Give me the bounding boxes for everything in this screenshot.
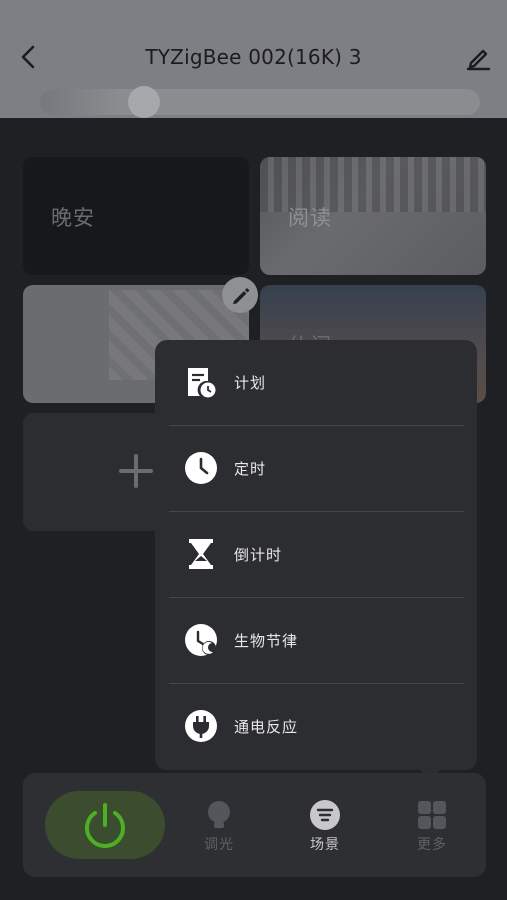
nav-tab-dimming[interactable]: 调光 [189, 799, 249, 854]
schedule-icon [188, 368, 216, 398]
nav-tab-more[interactable]: 更多 [402, 799, 462, 854]
scene-label: 晚安 [51, 206, 95, 230]
power-button[interactable] [45, 791, 165, 859]
nav-label: 场景 [310, 837, 340, 853]
brightness-slider-thumb[interactable] [128, 86, 160, 118]
menu-item-biorhythm[interactable]: 生物节律 [155, 598, 477, 684]
nav-tab-scene[interactable]: 场景 [295, 799, 355, 854]
menu-item-label: 生物节律 [234, 632, 299, 650]
plus-icon [119, 454, 153, 488]
grid-icon [418, 801, 446, 829]
biorhythm-icon [185, 624, 217, 656]
page-title: TYZigBee 002(16K) 3 [145, 45, 362, 69]
nav-label: 调光 [204, 837, 234, 853]
hourglass-icon [189, 539, 213, 569]
menu-item-schedule[interactable]: 计划 [155, 340, 477, 426]
edit-device-button[interactable] [463, 42, 493, 72]
edit-scene-button[interactable] [222, 277, 258, 313]
back-button[interactable] [14, 42, 44, 72]
menu-item-label: 定时 [234, 460, 267, 478]
menu-item-power-on-behavior[interactable]: 通电反应 [155, 684, 477, 770]
power-plug-icon [185, 710, 217, 742]
scene-label: 阅读 [288, 206, 332, 230]
header: TYZigBee 002(16K) 3 [0, 0, 507, 118]
menu-item-countdown[interactable]: 倒计时 [155, 512, 477, 598]
power-icon [85, 803, 125, 848]
scene-card-reading[interactable]: 阅读 [260, 157, 486, 275]
scene-icon [310, 800, 340, 830]
chevron-left-icon [21, 45, 35, 69]
menu-item-label: 计划 [234, 374, 267, 392]
scene-card-goodnight[interactable]: 晚安 [23, 157, 249, 275]
menu-item-timer[interactable]: 定时 [155, 426, 477, 512]
bulb-icon [208, 801, 230, 828]
more-options-menu: 计划 定时 倒计时 生物节律 通电反应 [155, 340, 477, 770]
pencil-icon [466, 49, 491, 71]
menu-item-label: 倒计时 [234, 546, 283, 564]
bottom-nav-bar: 调光 场景 更多 [23, 773, 486, 877]
nav-label: 更多 [417, 837, 447, 853]
scene-label: 工作 [51, 334, 95, 358]
clock-icon [185, 452, 217, 484]
brightness-slider-track[interactable] [40, 89, 480, 115]
menu-item-label: 通电反应 [234, 718, 299, 736]
pencil-icon [233, 288, 250, 304]
